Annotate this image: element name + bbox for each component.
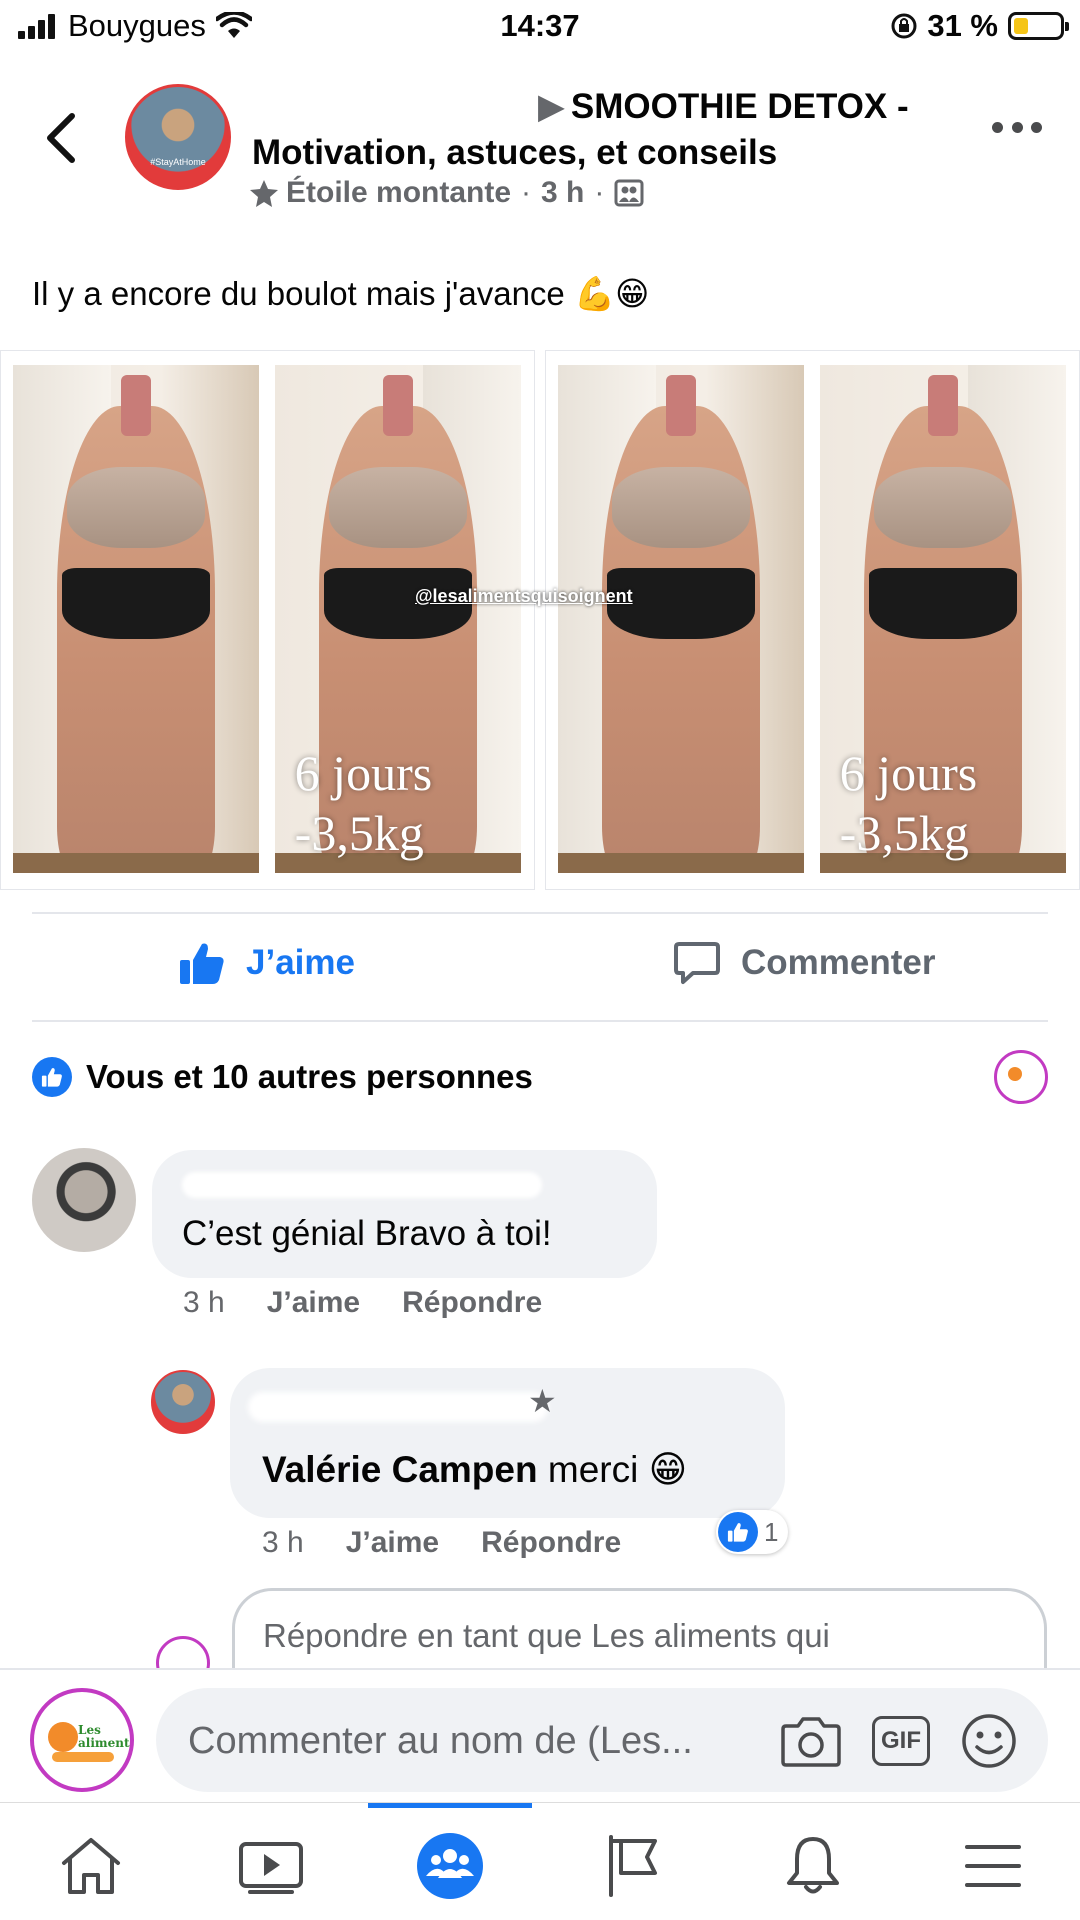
- photo-caption: 6 jours -3,5kg: [294, 745, 433, 861]
- photo-caption: 6 jours -3,5kg: [839, 745, 978, 861]
- gif-icon[interactable]: GIF: [872, 1716, 930, 1766]
- tab-pages[interactable]: [598, 1831, 668, 1901]
- rising-star-icon: [250, 180, 278, 207]
- reactions-text: Vous et 10 autres personnes: [86, 1058, 533, 1095]
- post-text: Il y a encore du boulot mais j'avance 💪😁: [32, 270, 649, 318]
- tab-groups[interactable]: [415, 1831, 485, 1901]
- reply-time: 3 h: [262, 1526, 304, 1559]
- tab-watch[interactable]: [236, 1831, 306, 1901]
- reply-actions: 3 h J’aime Répondre: [262, 1526, 663, 1560]
- comment-composer: Les aliments Commenter au nom de (Les... …: [0, 1668, 1080, 1802]
- divider: [32, 1020, 1048, 1022]
- composer-icons: GIF: [750, 1712, 1018, 1770]
- arrow-right-icon: ▶: [538, 87, 565, 126]
- battery-level: [1014, 18, 1028, 34]
- tab-menu[interactable]: [958, 1831, 1028, 1901]
- reply-mention[interactable]: Valérie Campen: [262, 1449, 538, 1490]
- video-icon: [239, 1842, 303, 1894]
- comment-text: C’est génial Bravo à toi!: [182, 1214, 552, 1253]
- page-logo-text: Les aliments: [78, 1723, 134, 1750]
- after-photo-side: 6 jours -3,5kg: [820, 365, 1066, 873]
- redacted-commenter-name: [182, 1172, 542, 1198]
- post-message: Il y a encore du boulot mais j'avance: [32, 275, 565, 312]
- reply-author-avatar[interactable]: [151, 1370, 215, 1434]
- post-header: #StayAtHome ▶ SMOOTHIE DETOX - Motivation…: [0, 70, 1080, 220]
- camera-icon[interactable]: [780, 1714, 842, 1768]
- orientation-lock-icon: [891, 13, 917, 39]
- reply-input-placeholder: Répondre en tant que Les aliments qui: [263, 1617, 830, 1654]
- home-icon: [62, 1838, 120, 1894]
- page-avatar[interactable]: Les aliments: [30, 1688, 134, 1792]
- member-badge: Étoile montante: [286, 176, 512, 209]
- reply-emoji: 😁: [648, 1449, 688, 1490]
- status-right: 31 %: [889, 8, 1069, 44]
- after-photo-front: 6 jours -3,5kg: [275, 365, 521, 873]
- like-button[interactable]: J’aime: [178, 940, 355, 986]
- tab-notifications[interactable]: [778, 1831, 848, 1901]
- reply-like-button[interactable]: J’aime: [346, 1526, 439, 1560]
- post-meta: Étoile montante · 3 h ·: [248, 176, 644, 210]
- back-chevron-icon[interactable]: [38, 110, 84, 166]
- active-tab-indicator: [368, 1803, 532, 1808]
- commenter-avatar[interactable]: [32, 1148, 136, 1252]
- before-photo-side: [558, 365, 804, 873]
- separator-dot: ·: [521, 176, 532, 209]
- reply-reply-button[interactable]: Répondre: [481, 1526, 621, 1560]
- flag-icon: [609, 1835, 657, 1897]
- reply-bubble: ★ Valérie Campen merci 😁: [230, 1368, 785, 1518]
- hand-logo-icon: [52, 1752, 114, 1762]
- divider: [32, 912, 1048, 914]
- bottom-tab-bar: [0, 1802, 1080, 1920]
- comment-actions: 3 h J’aime Répondre: [183, 1286, 584, 1320]
- emoji-icon[interactable]: [960, 1712, 1018, 1770]
- page-avatar-small[interactable]: [994, 1050, 1048, 1104]
- post-time[interactable]: 3 h: [541, 176, 584, 210]
- reactions-summary[interactable]: Vous et 10 autres personnes: [32, 1050, 1048, 1104]
- hamburger-menu-icon: [965, 1845, 1021, 1887]
- redacted-author-name: [252, 94, 532, 123]
- comment-input-placeholder: Commenter au nom de (Les...: [188, 1720, 693, 1762]
- before-photo-front: [13, 365, 259, 873]
- reply-message: merci: [547, 1449, 639, 1490]
- comment-time: 3 h: [183, 1286, 225, 1319]
- rising-star-icon: ★: [528, 1383, 557, 1419]
- group-avatar[interactable]: #StayAtHome: [125, 84, 231, 190]
- like-label: J’aime: [246, 943, 355, 982]
- group-privacy-icon: [614, 179, 644, 207]
- comment-reply-button[interactable]: Répondre: [402, 1286, 542, 1320]
- reply-like-count[interactable]: 1: [716, 1510, 789, 1554]
- comment-icon: [674, 942, 720, 984]
- avatar-tag: #StayAtHome: [150, 157, 206, 167]
- battery-icon: [1008, 12, 1069, 40]
- comment-button[interactable]: Commenter: [673, 940, 935, 986]
- separator-dot: ·: [594, 176, 605, 209]
- comment-label: Commenter: [741, 943, 936, 982]
- photo-collage-left[interactable]: 6 jours -3,5kg: [0, 350, 535, 890]
- post-photos: 6 jours -3,5kg 6 jours -3,5kg @lesalimen…: [0, 350, 1080, 890]
- thumbs-up-icon: [180, 943, 224, 984]
- like-reaction-icon: [32, 1057, 72, 1097]
- groups-icon: [417, 1833, 483, 1899]
- orange-logo-icon: [48, 1722, 78, 1752]
- photo-collage-right[interactable]: 6 jours -3,5kg: [545, 350, 1080, 890]
- comment-input[interactable]: Commenter au nom de (Les... GIF: [156, 1688, 1048, 1792]
- photo-watermark: @lesalimentsquisoignent: [415, 586, 633, 606]
- comment-like-button[interactable]: J’aime: [267, 1286, 360, 1320]
- like-reaction-icon: [718, 1512, 758, 1552]
- battery-percent: 31 %: [927, 8, 998, 43]
- post-emojis: 💪😁: [573, 274, 650, 313]
- reply-text: Valérie Campen merci 😁: [262, 1448, 687, 1491]
- bell-icon: [787, 1837, 839, 1894]
- tab-home[interactable]: [56, 1831, 126, 1901]
- status-bar: Bouygues 14:37 31 %: [0, 0, 1080, 56]
- comment-bubble: C’est génial Bravo à toi!: [152, 1150, 657, 1278]
- more-options-icon[interactable]: [992, 122, 1042, 142]
- post-author-line[interactable]: ▶ SMOOTHIE DETOX - Motivation, astuces, e…: [252, 84, 952, 176]
- redacted-reply-author: [248, 1392, 548, 1422]
